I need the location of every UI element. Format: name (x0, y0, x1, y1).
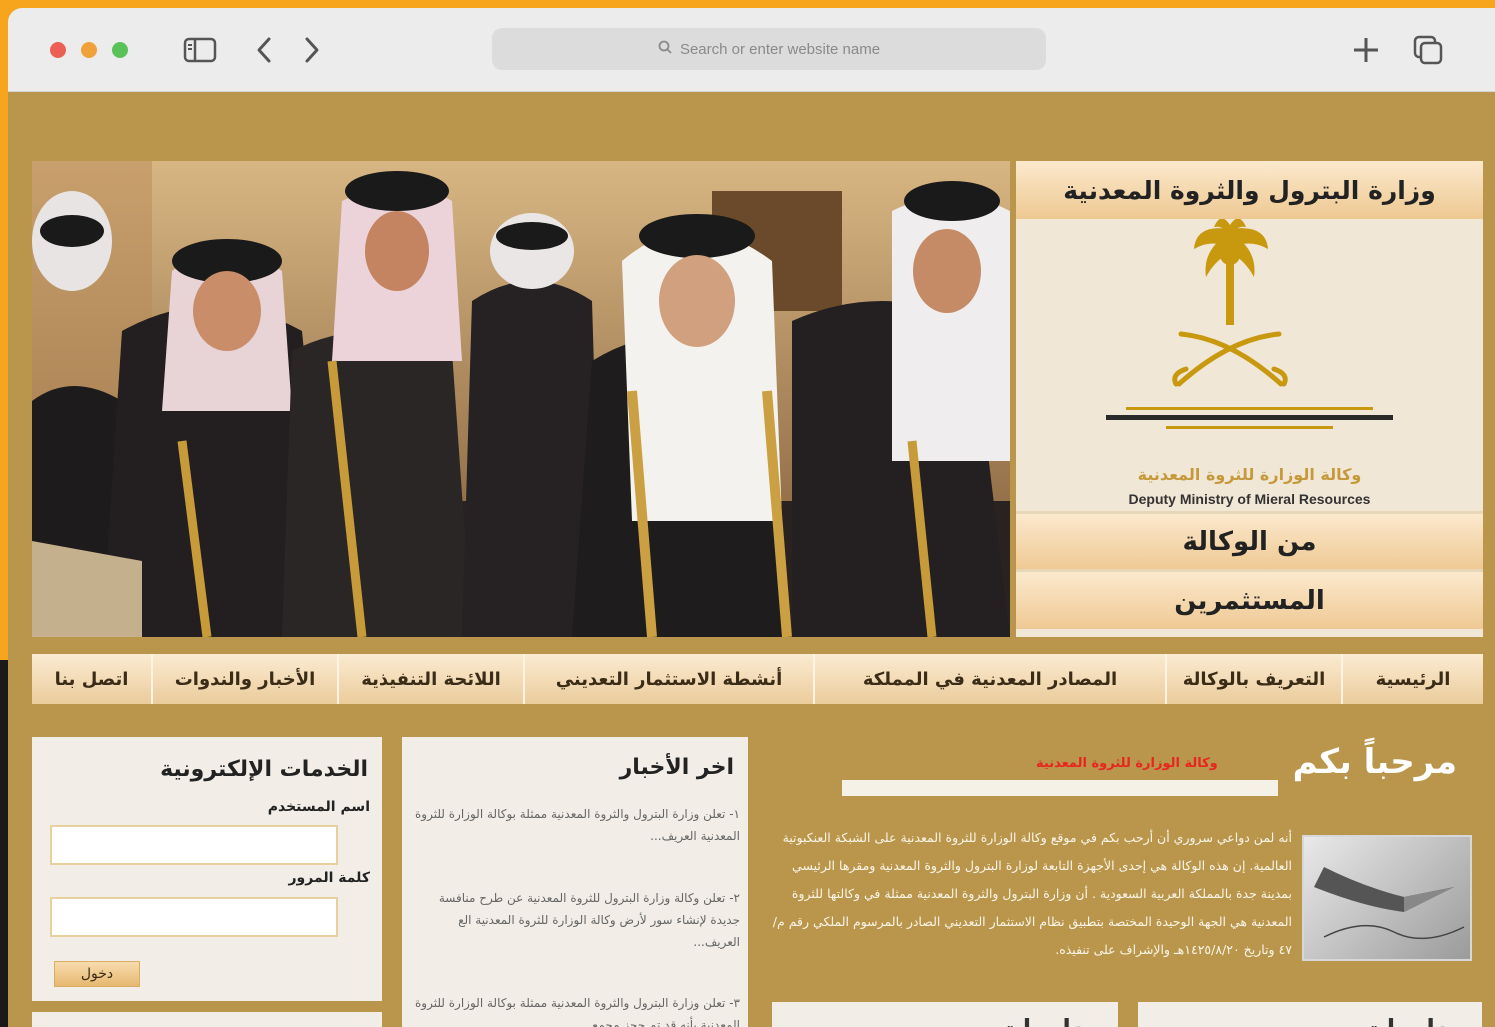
search-icon (658, 40, 672, 58)
news-panel: اخر الأخبار ١- تعلن وزارة البترول والثرو… (402, 737, 748, 1027)
new-tab-icon[interactable] (1348, 34, 1384, 66)
nav-about-agency[interactable]: التعريف بالوكالة (1165, 654, 1341, 704)
nav-news-seminars[interactable]: الأخبار والندوات (151, 654, 337, 704)
pen-image (1302, 835, 1472, 961)
news-item[interactable]: ١- تعلن وزارة البترول والثروة المعدنية م… (414, 803, 740, 847)
news-item[interactable]: ٢- تعلن وكالة وزارة البترول للثروة المعد… (414, 887, 740, 953)
address-bar[interactable]: Search or enter website name (492, 28, 1046, 70)
browser-toolbar: Search or enter website name (8, 8, 1495, 92)
nav-contact[interactable]: اتصل بنا (32, 654, 151, 704)
browser-window: Search or enter website name وزارة البتر… (8, 8, 1495, 1027)
welcome-divider (842, 780, 1278, 796)
nav-mineral-resources[interactable]: المصادر المعدنية في المملكة (813, 654, 1165, 704)
news-item[interactable]: ٣- تعلن وزارة البترول والثروة المعدنية م… (414, 992, 740, 1027)
main-nav: الرئيسية التعريف بالوكالة المصادر المعدن… (32, 654, 1483, 704)
minimize-window-button[interactable] (81, 42, 97, 58)
password-label: كلمة المرور (288, 870, 370, 886)
nav-mining-investment[interactable]: أنشطة الاستثمار التعديني (523, 654, 813, 704)
password-input[interactable] (50, 897, 338, 937)
news-title: اخر الأخبار (619, 755, 734, 780)
info-box-left[interactable]: معلومات (772, 1002, 1118, 1027)
investors-link[interactable]: المستثمرين (1016, 569, 1483, 629)
logo-caption-arabic: وكالة الوزارة للثروة المعدنية (1137, 465, 1362, 484)
ministry-panel: وزارة البترول والثروة المعدنية وكالة الو… (1016, 161, 1483, 637)
info-box-right[interactable]: معلومات (1138, 1002, 1482, 1027)
welcome-title: مرحباً بكم (1292, 742, 1457, 782)
sidebar-icon[interactable] (180, 34, 220, 66)
tab-overview-icon[interactable] (1410, 34, 1446, 66)
welcome-subtitle: وكالة الوزارة للثروة المعدنية (1036, 756, 1218, 771)
ministry-title: وزارة البترول والثروة المعدنية (1016, 161, 1483, 219)
palm-swords-emblem-icon (1106, 218, 1393, 429)
hero-photo (32, 161, 1010, 637)
forward-icon[interactable] (298, 34, 326, 66)
web-page: وزارة البترول والثروة المعدنية وكالة الو… (8, 92, 1495, 1027)
username-label: اسم المستخدم (267, 799, 370, 815)
nav-home[interactable]: الرئيسية (1341, 654, 1483, 704)
agency-link[interactable]: من الوكالة (1016, 511, 1483, 569)
maximize-window-button[interactable] (112, 42, 128, 58)
welcome-text: أنه لمن دواعي سروري أن أرحب بكم في موقع … (772, 830, 1292, 957)
back-icon[interactable] (250, 34, 278, 66)
eservices-title: الخدمات الإلكترونية (160, 757, 368, 782)
close-window-button[interactable] (50, 42, 66, 58)
eservices-panel-lower (32, 1012, 382, 1027)
nav-regulations[interactable]: اللائحة التنفيذية (337, 654, 523, 704)
login-button[interactable]: دخول (54, 961, 140, 987)
eservices-panel: الخدمات الإلكترونية اسم المستخدم كلمة ال… (32, 737, 382, 1001)
username-input[interactable] (50, 825, 338, 865)
logo-caption-english: Deputy Ministry of Mieral Resources (1128, 491, 1371, 507)
address-placeholder: Search or enter website name (679, 40, 881, 58)
